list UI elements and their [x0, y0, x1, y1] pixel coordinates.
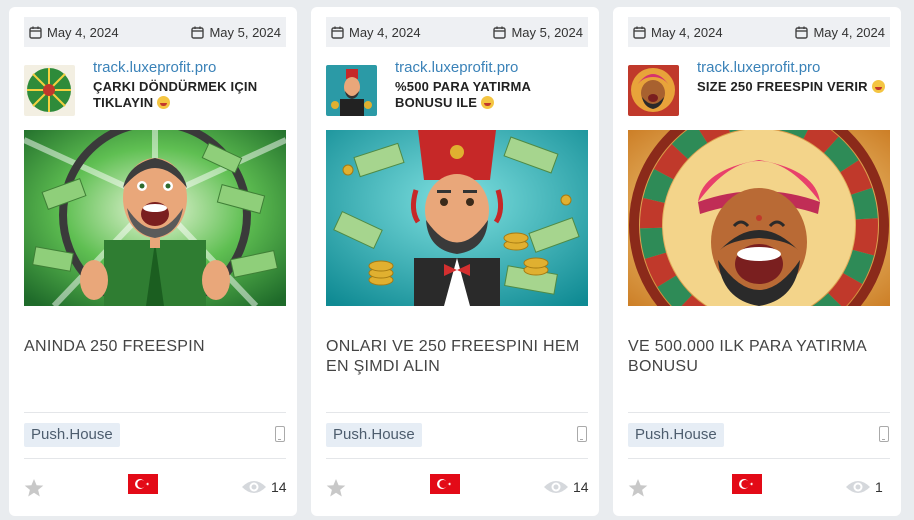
ad-description: ONLARI VE 250 FREESPINI HEM EN ŞIMDI ALI… — [326, 338, 580, 375]
turkey-flag-icon — [732, 474, 762, 494]
turkey-flag-icon — [430, 474, 460, 494]
mobile-icon — [879, 426, 889, 442]
calendar-icon — [29, 26, 42, 39]
start-date-text: May 4, 2024 — [651, 24, 723, 40]
divider — [628, 458, 890, 459]
calendar-icon — [633, 26, 646, 39]
calendar-icon — [331, 26, 344, 39]
ad-icon-thumbnail — [326, 65, 377, 116]
date-range: May 4, 2024 May 5, 2024 — [326, 17, 588, 47]
ad-banner-image[interactable] — [24, 130, 286, 306]
date-range: May 4, 2024 May 4, 2024 — [628, 17, 890, 47]
ad-domain-link[interactable]: track.luxeprofit.pro — [93, 59, 216, 76]
favorite-star-icon[interactable] — [326, 478, 346, 498]
ad-title: %500 PARA YATIRMA BONUSU ILE — [395, 79, 590, 111]
ad-banner-image[interactable] — [628, 130, 890, 306]
ad-domain-link[interactable]: track.luxeprofit.pro — [395, 59, 518, 76]
ad-network-tag[interactable]: Push.House — [628, 423, 724, 447]
view-count: 1 — [845, 479, 883, 495]
money-face-emoji-icon — [871, 80, 885, 93]
ad-description: ANINDA 250 FREESPIN — [24, 338, 205, 355]
calendar-icon — [191, 26, 205, 39]
ad-domain-link[interactable]: track.luxeprofit.pro — [697, 59, 820, 76]
favorite-star-icon[interactable] — [24, 478, 44, 498]
ad-card[interactable]: May 4, 2024 May 5, 2024 track.luxeprofit… — [9, 7, 297, 516]
ad-title: SIZE 250 FREESPIN VERIR — [697, 79, 892, 95]
ad-network-tag[interactable]: Push.House — [24, 423, 120, 447]
turkey-flag-icon — [128, 474, 158, 494]
end-date: May 5, 2024 — [191, 25, 281, 40]
ad-card[interactable]: May 4, 2024 May 5, 2024 track.luxeprofit… — [311, 7, 599, 516]
view-count-text: 14 — [573, 479, 589, 495]
end-date-text: May 4, 2024 — [813, 24, 885, 40]
view-count-text: 1 — [875, 479, 883, 495]
ad-network-tag[interactable]: Push.House — [326, 423, 422, 447]
end-date-text: May 5, 2024 — [511, 24, 583, 40]
eye-icon — [544, 481, 568, 493]
ad-title: ÇARKI DÖNDÜRMEK IÇIN TIKLAYIN — [93, 79, 288, 111]
start-date: May 4, 2024 — [29, 25, 119, 40]
mobile-icon — [577, 426, 587, 442]
money-face-emoji-icon — [157, 96, 171, 109]
view-count: 14 — [543, 479, 589, 495]
ad-icon-thumbnail — [24, 65, 75, 116]
favorite-star-icon[interactable] — [628, 478, 648, 498]
end-date: May 4, 2024 — [795, 25, 885, 40]
eye-icon — [846, 481, 870, 493]
calendar-icon — [795, 26, 809, 39]
ad-title-text: ÇARKI DÖNDÜRMEK IÇIN TIKLAYIN — [93, 79, 258, 110]
start-date: May 4, 2024 — [331, 25, 421, 40]
date-range: May 4, 2024 May 5, 2024 — [24, 17, 286, 47]
ad-title-text: SIZE 250 FREESPIN VERIR — [697, 79, 868, 94]
divider — [326, 458, 588, 459]
start-date: May 4, 2024 — [633, 25, 723, 40]
mobile-icon — [275, 426, 285, 442]
end-date-text: May 5, 2024 — [209, 24, 281, 40]
view-count: 14 — [241, 479, 287, 495]
divider — [24, 458, 286, 459]
ad-banner-image[interactable] — [326, 130, 588, 306]
ad-card[interactable]: May 4, 2024 May 4, 2024 track.luxeprofit… — [613, 7, 901, 516]
eye-icon — [242, 481, 266, 493]
view-count-text: 14 — [271, 479, 287, 495]
ad-title-text: %500 PARA YATIRMA BONUSU ILE — [395, 79, 531, 110]
start-date-text: May 4, 2024 — [47, 24, 119, 40]
divider — [326, 412, 588, 413]
end-date: May 5, 2024 — [493, 25, 583, 40]
ad-description: VE 500.000 ILK PARA YATIRMA BONUSU — [628, 338, 867, 375]
ad-icon-thumbnail — [628, 65, 679, 116]
divider — [628, 412, 890, 413]
calendar-icon — [493, 26, 507, 39]
start-date-text: May 4, 2024 — [349, 24, 421, 40]
money-face-emoji-icon — [480, 96, 494, 109]
divider — [24, 412, 286, 413]
